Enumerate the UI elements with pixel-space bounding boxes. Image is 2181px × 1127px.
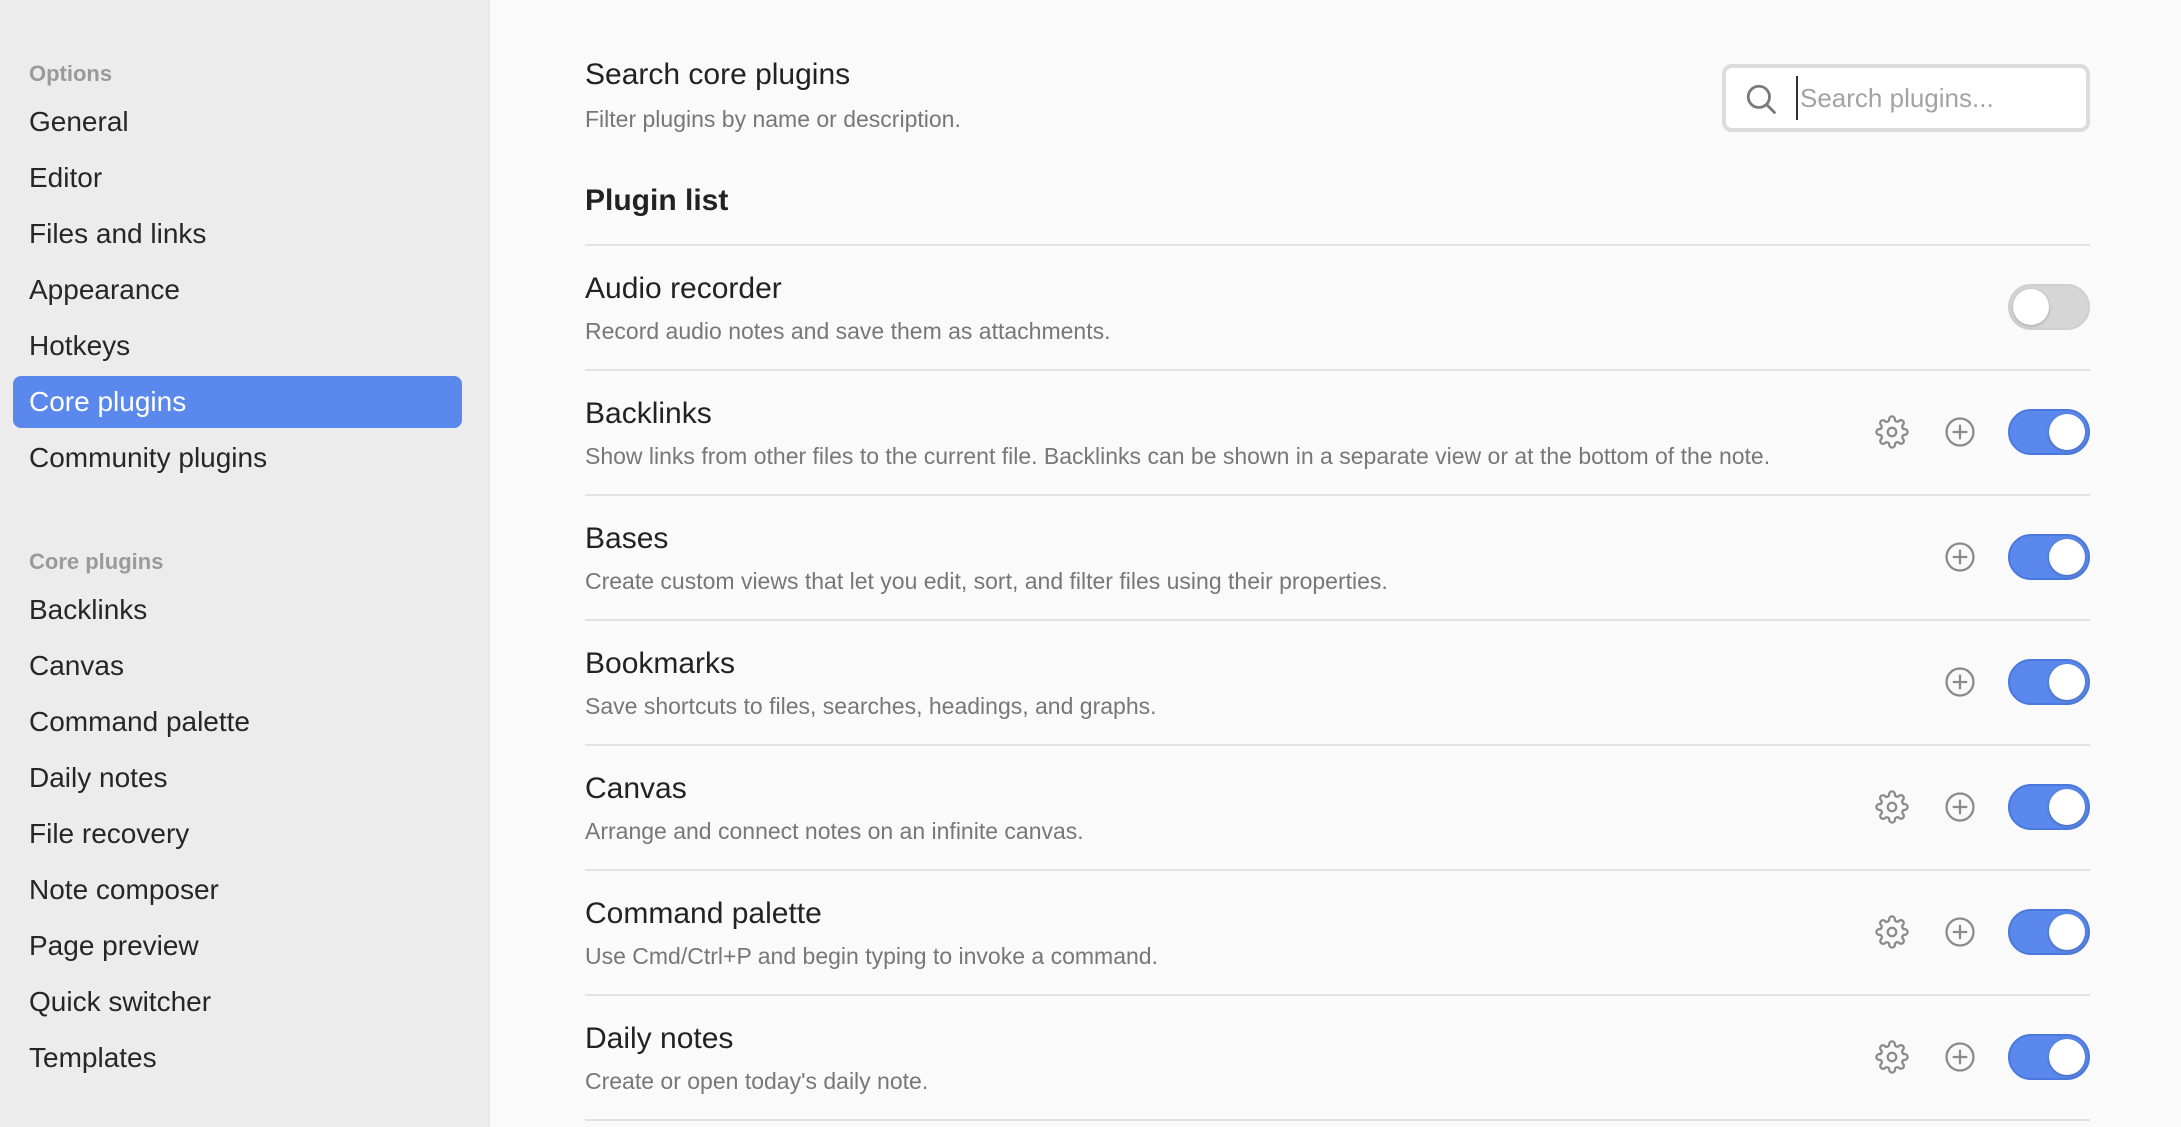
plugin-actions — [1872, 909, 2090, 955]
plugin-toggle-audio-recorder[interactable] — [2008, 284, 2090, 330]
plugin-actions — [1872, 784, 2090, 830]
sidebar-item-appearance[interactable]: Appearance — [13, 264, 462, 316]
plus-circle-icon[interactable] — [1940, 412, 1980, 452]
plus-circle-icon[interactable] — [1940, 537, 1980, 577]
toggle-knob — [2049, 539, 2085, 575]
plugin-toggle-bookmarks[interactable] — [2008, 659, 2090, 705]
search-box[interactable] — [1722, 64, 2090, 132]
toggle-knob — [2049, 664, 2085, 700]
plugin-row-daily-notes: Daily notes Create or open today's daily … — [585, 996, 2090, 1121]
core-plugins-nav: Backlinks Canvas Command palette Daily note… — [0, 584, 489, 1084]
plugin-description: Arrange and connect notes on an infinite… — [585, 818, 1084, 844]
plugin-name: Daily notes — [585, 1022, 734, 1055]
sidebar-item-file-recovery[interactable]: File recovery — [13, 808, 462, 860]
plugin-description: Use Cmd/Ctrl+P and begin typing to invok… — [585, 943, 1158, 969]
plugin-toggle-backlinks[interactable] — [2008, 409, 2090, 455]
sidebar-item-templates[interactable]: Templates — [13, 1032, 462, 1084]
plugin-row-audio-recorder: Audio recorder Record audio notes and sav… — [585, 246, 2090, 371]
plugin-toggle-bases[interactable] — [2008, 534, 2090, 580]
sidebar-item-backlinks[interactable]: Backlinks — [13, 584, 462, 636]
plugin-row-backlinks: Backlinks Show links from other files to … — [585, 371, 2090, 496]
gear-icon[interactable] — [1872, 412, 1912, 452]
search-icon — [1744, 82, 1778, 116]
plugin-name: Audio recorder — [585, 272, 782, 305]
gear-icon[interactable] — [1872, 912, 1912, 952]
plugin-row-bases: Bases Create custom views that let you ed… — [585, 496, 2090, 621]
options-nav: General Editor Files and links Appearance Ho… — [0, 96, 489, 484]
plugin-list-heading: Plugin list — [585, 184, 729, 217]
sidebar-heading-core-plugins: Core plugins — [29, 549, 164, 574]
plugin-description: Show links from other files to the curre… — [585, 443, 1771, 469]
plugin-row-bookmarks: Bookmarks Save shortcuts to files, search… — [585, 621, 2090, 746]
toggle-knob — [2049, 789, 2085, 825]
plugin-name: Canvas — [585, 772, 687, 805]
plugin-name: Backlinks — [585, 397, 712, 430]
toggle-knob — [2049, 414, 2085, 450]
sidebar-item-core-plugins[interactable]: Core plugins — [13, 376, 462, 428]
plus-circle-icon[interactable] — [1940, 662, 1980, 702]
plugin-actions — [1872, 1034, 2090, 1080]
plus-circle-icon[interactable] — [1940, 787, 1980, 827]
plugin-actions — [1940, 534, 2090, 580]
sidebar-item-daily-notes[interactable]: Daily notes — [13, 752, 462, 804]
search-input[interactable] — [1796, 76, 2066, 120]
plugin-name: Bases — [585, 522, 669, 555]
gear-icon[interactable] — [1872, 1037, 1912, 1077]
plugin-name: Bookmarks — [585, 647, 736, 680]
gear-icon[interactable] — [1872, 787, 1912, 827]
search-setting: Search core plugins Filter plugins by na… — [585, 58, 2090, 133]
sidebar-item-editor[interactable]: Editor — [13, 152, 462, 204]
settings-content: Search core plugins Filter plugins by na… — [585, 0, 2090, 1127]
plugin-description: Create or open today's daily note. — [585, 1068, 929, 1094]
plugin-description: Create custom views that let you edit, s… — [585, 568, 1388, 594]
plugin-toggle-daily-notes[interactable] — [2008, 1034, 2090, 1080]
sidebar-item-note-composer[interactable]: Note composer — [13, 864, 462, 916]
toggle-knob — [2049, 1039, 2085, 1075]
sidebar-item-community-plugins[interactable]: Community plugins — [13, 432, 462, 484]
plugin-description: Record audio notes and save them as atta… — [585, 318, 1111, 344]
plugin-list: Audio recorder Record audio notes and sav… — [585, 244, 2090, 1121]
toggle-knob — [2013, 289, 2049, 325]
plugin-row-command-palette: Command palette Use Cmd/Ctrl+P and begin … — [585, 871, 2090, 996]
settings-sidebar: Options General Editor Files and links Appe… — [0, 0, 490, 1127]
sidebar-item-page-preview[interactable]: Page preview — [13, 920, 462, 972]
sidebar-item-canvas[interactable]: Canvas — [13, 640, 462, 692]
plugin-toggle-canvas[interactable] — [2008, 784, 2090, 830]
plugin-row-canvas: Canvas Arrange and connect notes on an in… — [585, 746, 2090, 871]
plus-circle-icon[interactable] — [1940, 912, 1980, 952]
sidebar-item-hotkeys[interactable]: Hotkeys — [13, 320, 462, 372]
plugin-actions — [1872, 409, 2090, 455]
plugin-actions — [1940, 659, 2090, 705]
plus-circle-icon[interactable] — [1940, 1037, 1980, 1077]
plugin-description: Save shortcuts to files, searches, headi… — [585, 693, 1157, 719]
toggle-knob — [2049, 914, 2085, 950]
plugin-actions — [2008, 284, 2090, 330]
sidebar-item-files-and-links[interactable]: Files and links — [13, 208, 462, 260]
sidebar-heading-options: Options — [29, 61, 113, 86]
sidebar-item-quick-switcher[interactable]: Quick switcher — [13, 976, 462, 1028]
sidebar-item-general[interactable]: General — [13, 96, 462, 148]
plugin-toggle-command-palette[interactable] — [2008, 909, 2090, 955]
plugin-name: Command palette — [585, 897, 822, 930]
sidebar-item-command-palette[interactable]: Command palette — [13, 696, 462, 748]
